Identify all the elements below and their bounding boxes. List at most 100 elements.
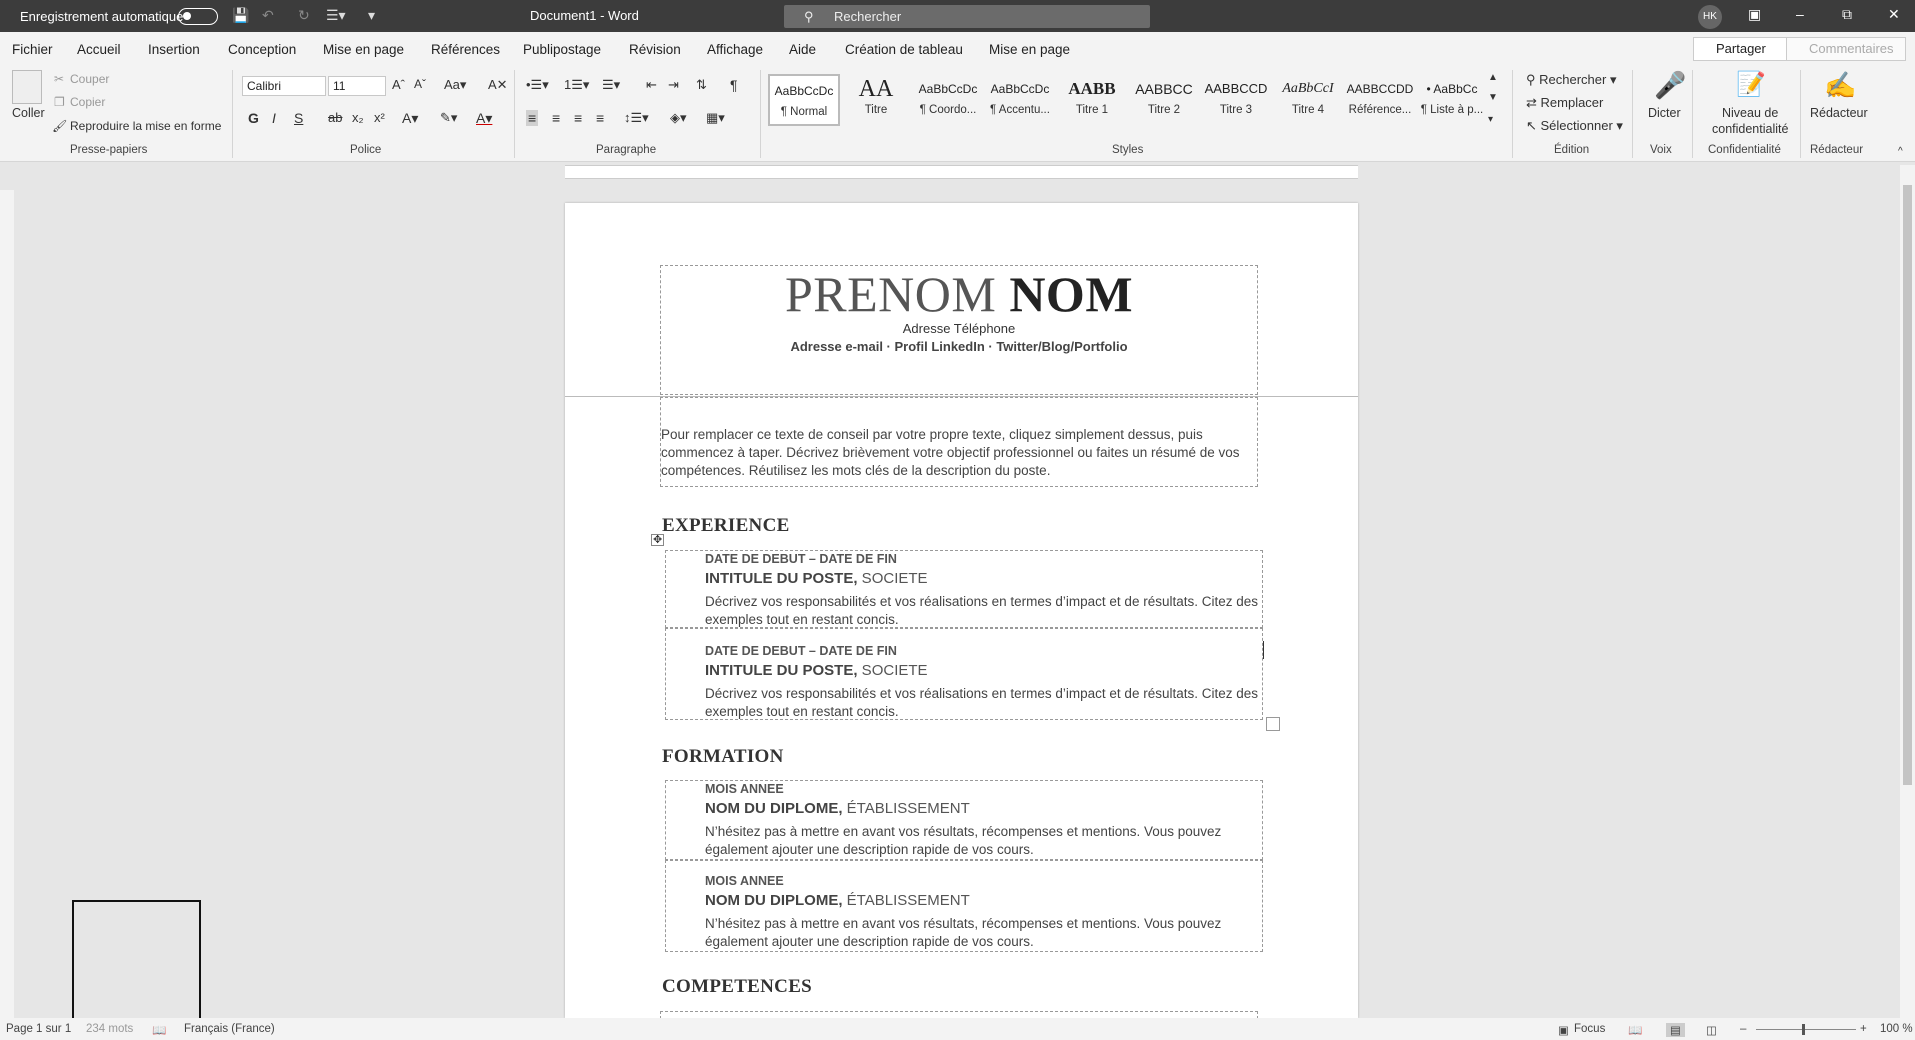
text-effects-icon[interactable]: A▾ (402, 110, 418, 127)
select-button[interactable]: ↖ Sélectionner ▾ (1526, 118, 1623, 134)
scrollbar-thumb[interactable] (1903, 185, 1912, 785)
zoom-slider-thumb[interactable] (1802, 1024, 1805, 1035)
style-4[interactable]: AaBbCcDc ¶ Accentu... (984, 74, 1056, 126)
share-button[interactable]: Partager (1693, 37, 1788, 61)
comments-button[interactable]: Commentaires (1786, 37, 1906, 61)
table-resize-handle[interactable] (1266, 717, 1280, 731)
styles-scroll-down-icon[interactable]: ▼ (1488, 92, 1498, 103)
tab-affichage[interactable]: Affichage (707, 42, 763, 57)
print-layout-icon[interactable]: ▤ (1666, 1023, 1685, 1037)
find-button[interactable]: ⚲ Rechercher ▾ (1526, 72, 1616, 88)
paste-icon[interactable] (12, 70, 42, 104)
tab-creation-tableau[interactable]: Création de tableau (845, 42, 963, 57)
microphone-icon[interactable]: 🎤 (1654, 70, 1686, 101)
table-move-handle-icon[interactable]: ✥ (651, 534, 665, 546)
tab-insertion[interactable]: Insertion (148, 42, 200, 57)
align-left-icon[interactable]: ≡ (526, 110, 539, 126)
numbering-icon[interactable]: 1☰▾ (564, 77, 589, 93)
format-painter-button[interactable]: Reproduire la mise en forme (70, 119, 221, 133)
line-spacing-icon[interactable]: ↕☰▾ (624, 110, 649, 126)
font-name-select[interactable]: Calibri (242, 76, 326, 96)
collapse-ribbon-icon[interactable]: ^ (1898, 146, 1903, 157)
tab-revision[interactable]: Révision (629, 42, 681, 57)
focus-icon[interactable]: ▣ (1558, 1023, 1569, 1037)
web-layout-icon[interactable]: ◫ (1706, 1023, 1717, 1037)
experience-description[interactable]: Décrivez vos responsabilités et vos réal… (705, 593, 1265, 629)
cut-button[interactable]: Couper (70, 72, 109, 86)
sensitivity-level-label[interactable]: Niveau de (1722, 106, 1778, 120)
sensitivity-icon[interactable]: 📝 (1736, 70, 1766, 99)
style-10[interactable]: • AaBbCc ¶ Liste à p... (1416, 74, 1488, 126)
experience-date[interactable]: DATE DE DEBUT – DATE DE FIN (705, 552, 897, 566)
close-icon[interactable]: ✕ (1888, 6, 1900, 23)
sort-icon[interactable]: ⇅ (696, 77, 707, 93)
education-heading[interactable]: FORMATION (662, 746, 784, 768)
strikethrough-icon[interactable]: ab (328, 110, 342, 125)
page-count[interactable]: Page 1 sur 1 (6, 1023, 71, 1035)
underline-button[interactable]: S (294, 110, 303, 126)
experience-heading[interactable]: EXPERIENCE (662, 515, 790, 537)
proofing-icon[interactable]: 📖 (152, 1023, 166, 1037)
tab-mise-en-page-table[interactable]: Mise en page (989, 42, 1070, 57)
contact-line-1[interactable]: Adresse Téléphone (661, 321, 1257, 336)
zoom-level[interactable]: 100 % (1880, 1023, 1913, 1035)
copy-button[interactable]: Copier (70, 95, 105, 109)
education-date[interactable]: MOIS ANNEE (705, 782, 784, 796)
style-6[interactable]: AABBCC Titre 2 (1128, 74, 1200, 126)
style-9[interactable]: AABBCCDD Référence... (1344, 74, 1416, 126)
focus-button[interactable]: Focus (1574, 1023, 1605, 1035)
education-description[interactable]: N’hésitez pas à mettre en avant vos résu… (705, 915, 1265, 951)
zoom-slider[interactable] (1756, 1029, 1856, 1030)
ribbon-display-icon[interactable]: ▣ (1748, 6, 1761, 23)
editor-icon[interactable]: ✍ (1824, 70, 1856, 101)
cut-icon[interactable]: ✂ (54, 72, 64, 86)
replace-button[interactable]: ⇄ Remplacer (1526, 95, 1603, 111)
dictate-button[interactable]: Dicter (1648, 106, 1681, 120)
style-5[interactable]: AABB Titre 1 (1056, 74, 1128, 126)
shrink-font-icon[interactable]: Aˇ (414, 77, 426, 91)
search-box[interactable]: ⚲ Rechercher (784, 5, 1150, 28)
decrease-indent-icon[interactable]: ⇤ (646, 77, 657, 93)
style-7[interactable]: AABBCCD Titre 3 (1200, 74, 1272, 126)
experience-date[interactable]: DATE DE DEBUT – DATE DE FIN (705, 644, 897, 658)
resume-name[interactable]: PRENOM NOM (661, 265, 1257, 323)
skills-heading[interactable]: COMPETENCES (662, 976, 812, 998)
tab-conception[interactable]: Conception (228, 42, 296, 57)
copy-icon[interactable]: ❐ (54, 95, 65, 109)
read-mode-icon[interactable]: 📖 (1628, 1023, 1642, 1037)
tab-mise-en-page[interactable]: Mise en page (323, 42, 404, 57)
format-painter-icon[interactable]: 🖌 (52, 119, 67, 133)
styles-scroll-up-icon[interactable]: ▲ (1488, 72, 1498, 83)
font-color-icon[interactable]: A▾ (476, 110, 492, 127)
increase-indent-icon[interactable]: ⇥ (668, 77, 679, 93)
contact-line-2[interactable]: Adresse e-mail · Profil LinkedIn · Twitt… (661, 339, 1257, 354)
highlight-icon[interactable]: ✎▾ (440, 110, 457, 126)
minimize-icon[interactable]: – (1796, 6, 1804, 22)
restore-icon[interactable]: ⧉ (1842, 6, 1852, 23)
shading-icon[interactable]: ◈▾ (670, 110, 687, 126)
education-title[interactable]: NOM DU DIPLOME, ÉTABLISSEMENT (705, 800, 970, 817)
subscript-icon[interactable]: x₂ (352, 110, 364, 125)
paste-button[interactable]: Coller (12, 106, 45, 120)
borders-icon[interactable]: ▦▾ (706, 110, 725, 126)
tab-aide[interactable]: Aide (789, 42, 816, 57)
tab-publipostage[interactable]: Publipostage (523, 42, 601, 57)
customize-toolbar-icon[interactable]: ▾ (368, 7, 375, 24)
style-8[interactable]: AaBbCcI Titre 4 (1272, 74, 1344, 126)
experience-title[interactable]: INTITULE DU POSTE, SOCIETE (705, 662, 928, 679)
language[interactable]: Français (France) (184, 1023, 275, 1035)
style-1[interactable]: AaBbCcDc ¶ Normal (768, 74, 840, 126)
change-case-icon[interactable]: Aa▾ (444, 77, 466, 93)
document-page[interactable]: PRENOM NOM Adresse Téléphone Adresse e-m… (565, 203, 1358, 1019)
align-center-icon[interactable]: ≡ (552, 110, 560, 126)
experience-description[interactable]: Décrivez vos responsabilités et vos réal… (705, 685, 1265, 721)
save-icon[interactable]: 💾 (232, 7, 249, 24)
education-title[interactable]: NOM DU DIPLOME, ÉTABLISSEMENT (705, 892, 970, 909)
clear-format-icon[interactable]: A✕ (488, 77, 508, 93)
zoom-in-icon[interactable]: + (1860, 1023, 1867, 1035)
undo-icon[interactable]: ↶ (262, 7, 274, 24)
style-3[interactable]: AaBbCcDc ¶ Coordo... (912, 74, 984, 126)
grow-font-icon[interactable]: Aˆ (392, 77, 405, 92)
list-icon[interactable]: ☰▾ (326, 7, 346, 24)
redo-icon[interactable]: ↻ (298, 7, 310, 24)
